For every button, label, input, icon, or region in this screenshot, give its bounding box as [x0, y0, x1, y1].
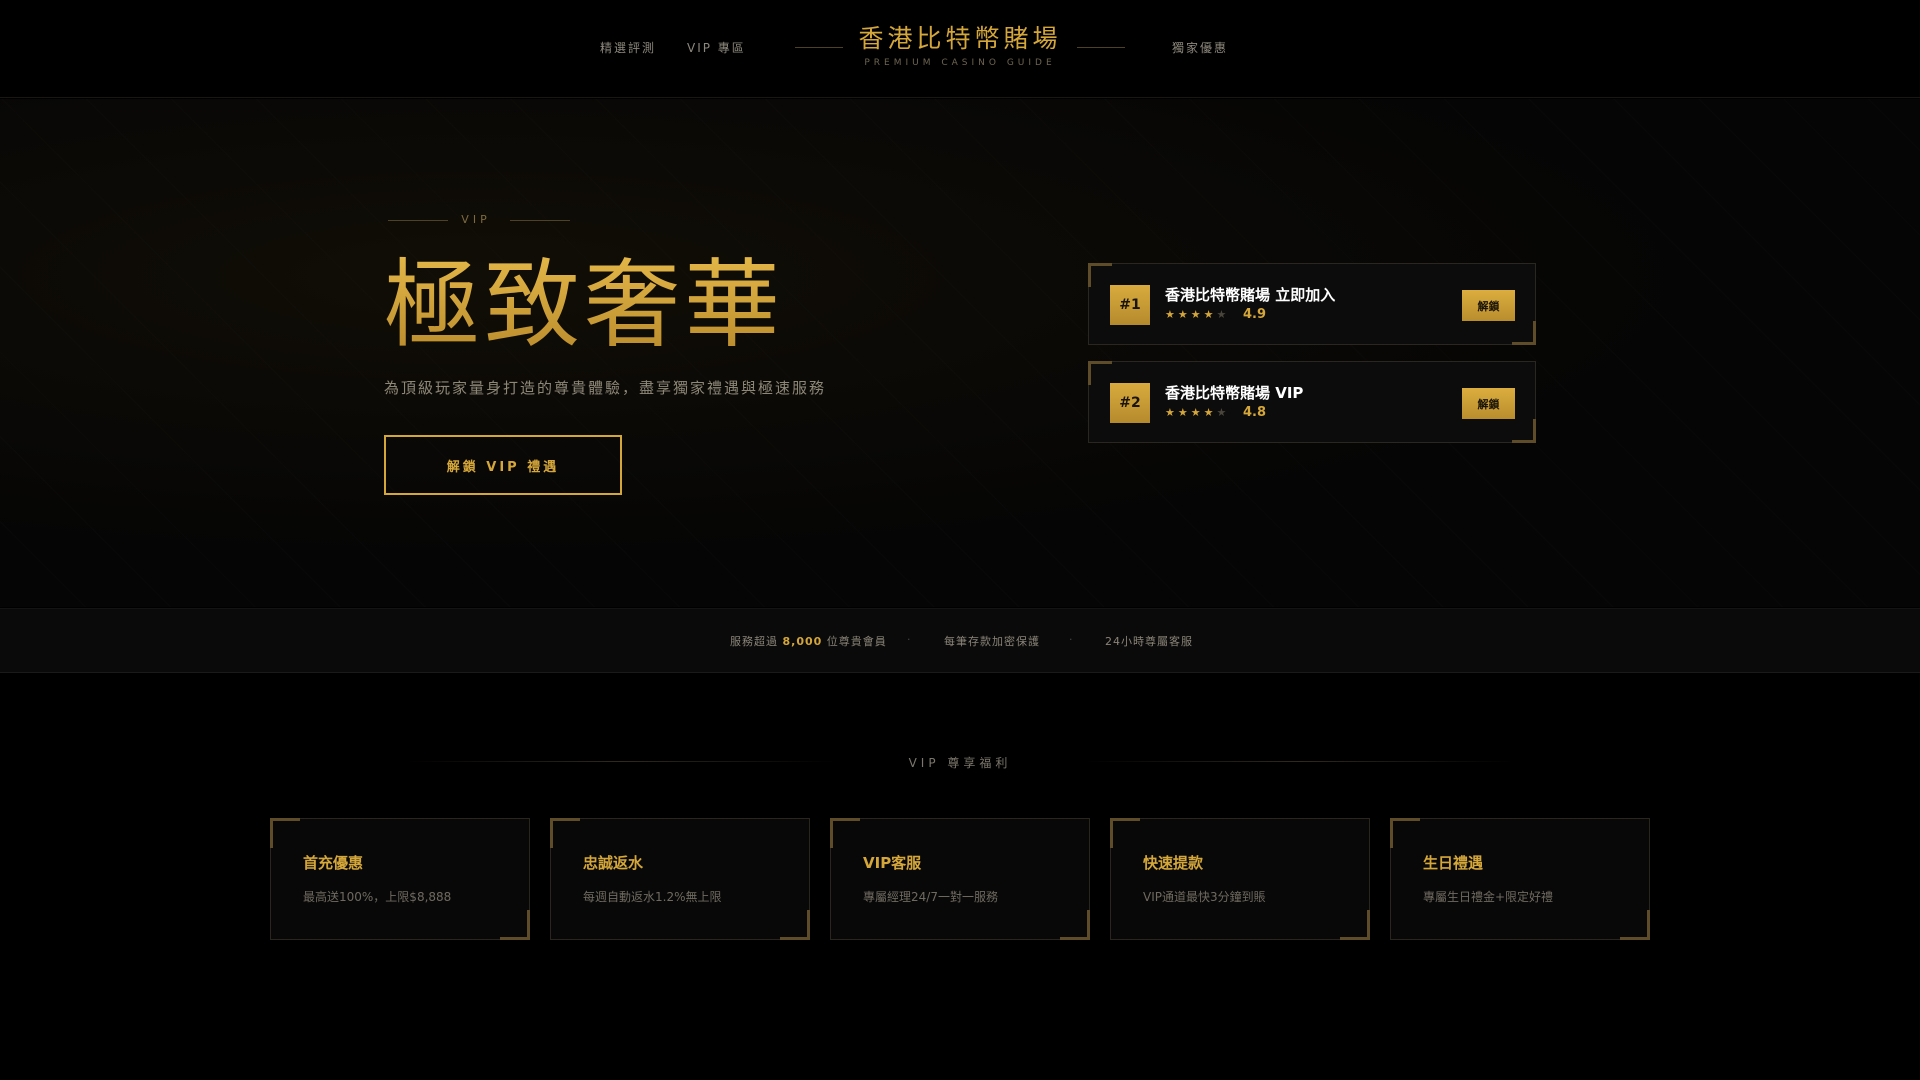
casino-name: 香港比特幣賭場 VIP: [1165, 384, 1304, 402]
benefit-title: 快速提款: [1143, 854, 1204, 872]
stat-separator: ·: [907, 633, 911, 646]
eyebrow-line-right: [510, 220, 570, 221]
corner-accent: [500, 910, 530, 940]
ranking-card-1[interactable]: #1 香港比特幣賭場 立即加入 ★★★★★ 4.9 解鎖: [1088, 263, 1536, 345]
stat-support: 24小時尊屬客服: [1105, 635, 1193, 648]
stat-encryption: 每筆存款加密保護: [944, 635, 1040, 648]
unlock-vip-button[interactable]: 解鎖 VIP 禮遇: [384, 435, 622, 495]
corner-accent: [1512, 419, 1536, 443]
brand-subtitle: PREMIUM CASINO GUIDE: [864, 58, 1056, 68]
star-empty-icon: ★: [1216, 308, 1230, 321]
brand-logo[interactable]: 香港比特幣賭場 PREMIUM CASINO GUIDE: [760, 20, 1160, 68]
star-filled-icon: ★: [1190, 308, 1204, 321]
benefit-card-fast-withdrawal[interactable]: 快速提款 VIP通道最快3分鐘到賬: [1110, 818, 1370, 940]
benefit-card-cashback[interactable]: 忠誠返水 每週自動返水1.2%無上限: [550, 818, 810, 940]
brand-title: 香港比特幣賭場: [858, 24, 1062, 53]
benefits-heading: VIP 尊享福利: [406, 750, 1514, 772]
unlock-button[interactable]: 解鎖: [1462, 290, 1515, 321]
ranking-card-2[interactable]: #2 香港比特幣賭場 VIP ★★★★★ 4.8 解鎖: [1088, 361, 1536, 443]
site-header: 精選評測 VIP 專區 香港比特幣賭場 PREMIUM CASINO GUIDE…: [0, 0, 1920, 98]
stat-members: 服務超過 8,000 位尊貴會員: [730, 633, 887, 649]
corner-accent: [830, 818, 860, 848]
star-filled-icon: ★: [1165, 308, 1178, 321]
star-filled-icon: ★: [1165, 406, 1178, 419]
star-empty-icon: ★: [1216, 406, 1230, 419]
star-rating-icon: ★★★★★: [1165, 406, 1229, 419]
corner-accent: [780, 910, 810, 940]
rating-score: 4.8: [1243, 405, 1267, 420]
stat-members-count: 8,000: [782, 635, 823, 648]
corner-accent: [1390, 818, 1420, 848]
hero-section: VIP 極致奢華 為頂級玩家量身打造的尊貴體驗，盡享獨家禮遇與極速服務 解鎖 V…: [0, 99, 1920, 607]
benefit-card-first-deposit[interactable]: 首充優惠 最高送100%，上限$8,888: [270, 818, 530, 940]
star-filled-icon: ★: [1177, 406, 1191, 419]
corner-accent: [270, 818, 300, 848]
casino-name: 香港比特幣賭場 立即加入: [1165, 286, 1336, 304]
benefit-title: VIP客服: [863, 854, 922, 872]
corner-accent: [1088, 361, 1112, 385]
brand-divider-right: [1077, 47, 1125, 48]
star-filled-icon: ★: [1190, 406, 1204, 419]
trust-stats-bar: 服務超過 8,000 位尊貴會員 · 每筆存款加密保護 · 24小時尊屬客服: [0, 608, 1920, 673]
rating-score: 4.9: [1243, 307, 1267, 322]
benefit-card-birthday[interactable]: 生日禮遇 專屬生日禮金+限定好禮: [1390, 818, 1650, 940]
corner-accent: [1060, 910, 1090, 940]
nav-link-vip-zone[interactable]: VIP 專區: [687, 39, 746, 56]
nav-link-reviews[interactable]: 精選評測: [600, 39, 656, 56]
stat-members-prefix: 服務超過: [730, 635, 778, 648]
benefit-description: 專屬經理24/7一對一服務: [863, 890, 998, 904]
corner-accent: [1620, 910, 1650, 940]
rank-badge: #2: [1110, 383, 1150, 423]
star-filled-icon: ★: [1203, 308, 1217, 321]
benefit-title: 生日禮遇: [1423, 854, 1484, 872]
hero-eyebrow: VIP: [386, 211, 570, 231]
benefits-title: VIP 尊享福利: [908, 756, 1012, 770]
benefit-description: 最高送100%，上限$8,888: [303, 890, 452, 904]
star-filled-icon: ★: [1177, 308, 1191, 321]
rank-badge: #1: [1110, 285, 1150, 325]
corner-accent: [1512, 321, 1536, 345]
benefit-description: 每週自動返水1.2%無上限: [583, 890, 722, 904]
corner-accent: [1088, 263, 1112, 287]
benefit-title: 首充優惠: [303, 854, 364, 872]
hero-subtitle: 為頂級玩家量身打造的尊貴體驗，盡享獨家禮遇與極速服務: [384, 379, 827, 397]
corner-accent: [1110, 818, 1140, 848]
section-divider-right: [1084, 761, 1514, 762]
benefit-description: VIP通道最快3分鐘到賬: [1143, 890, 1266, 904]
benefit-title: 忠誠返水: [583, 854, 644, 872]
corner-accent: [1340, 910, 1370, 940]
star-rating-icon: ★★★★★: [1165, 308, 1229, 321]
corner-accent: [550, 818, 580, 848]
star-filled-icon: ★: [1203, 406, 1217, 419]
benefit-card-vip-support[interactable]: VIP客服 專屬經理24/7一對一服務: [830, 818, 1090, 940]
stat-members-suffix: 位尊貴會員: [826, 635, 887, 648]
hero-title: 極致奢華: [384, 249, 784, 361]
unlock-button[interactable]: 解鎖: [1462, 388, 1515, 419]
stat-separator: ·: [1069, 633, 1073, 646]
nav-link-offers[interactable]: 獨家優惠: [1172, 39, 1228, 56]
benefit-description: 專屬生日禮金+限定好禮: [1423, 890, 1554, 904]
